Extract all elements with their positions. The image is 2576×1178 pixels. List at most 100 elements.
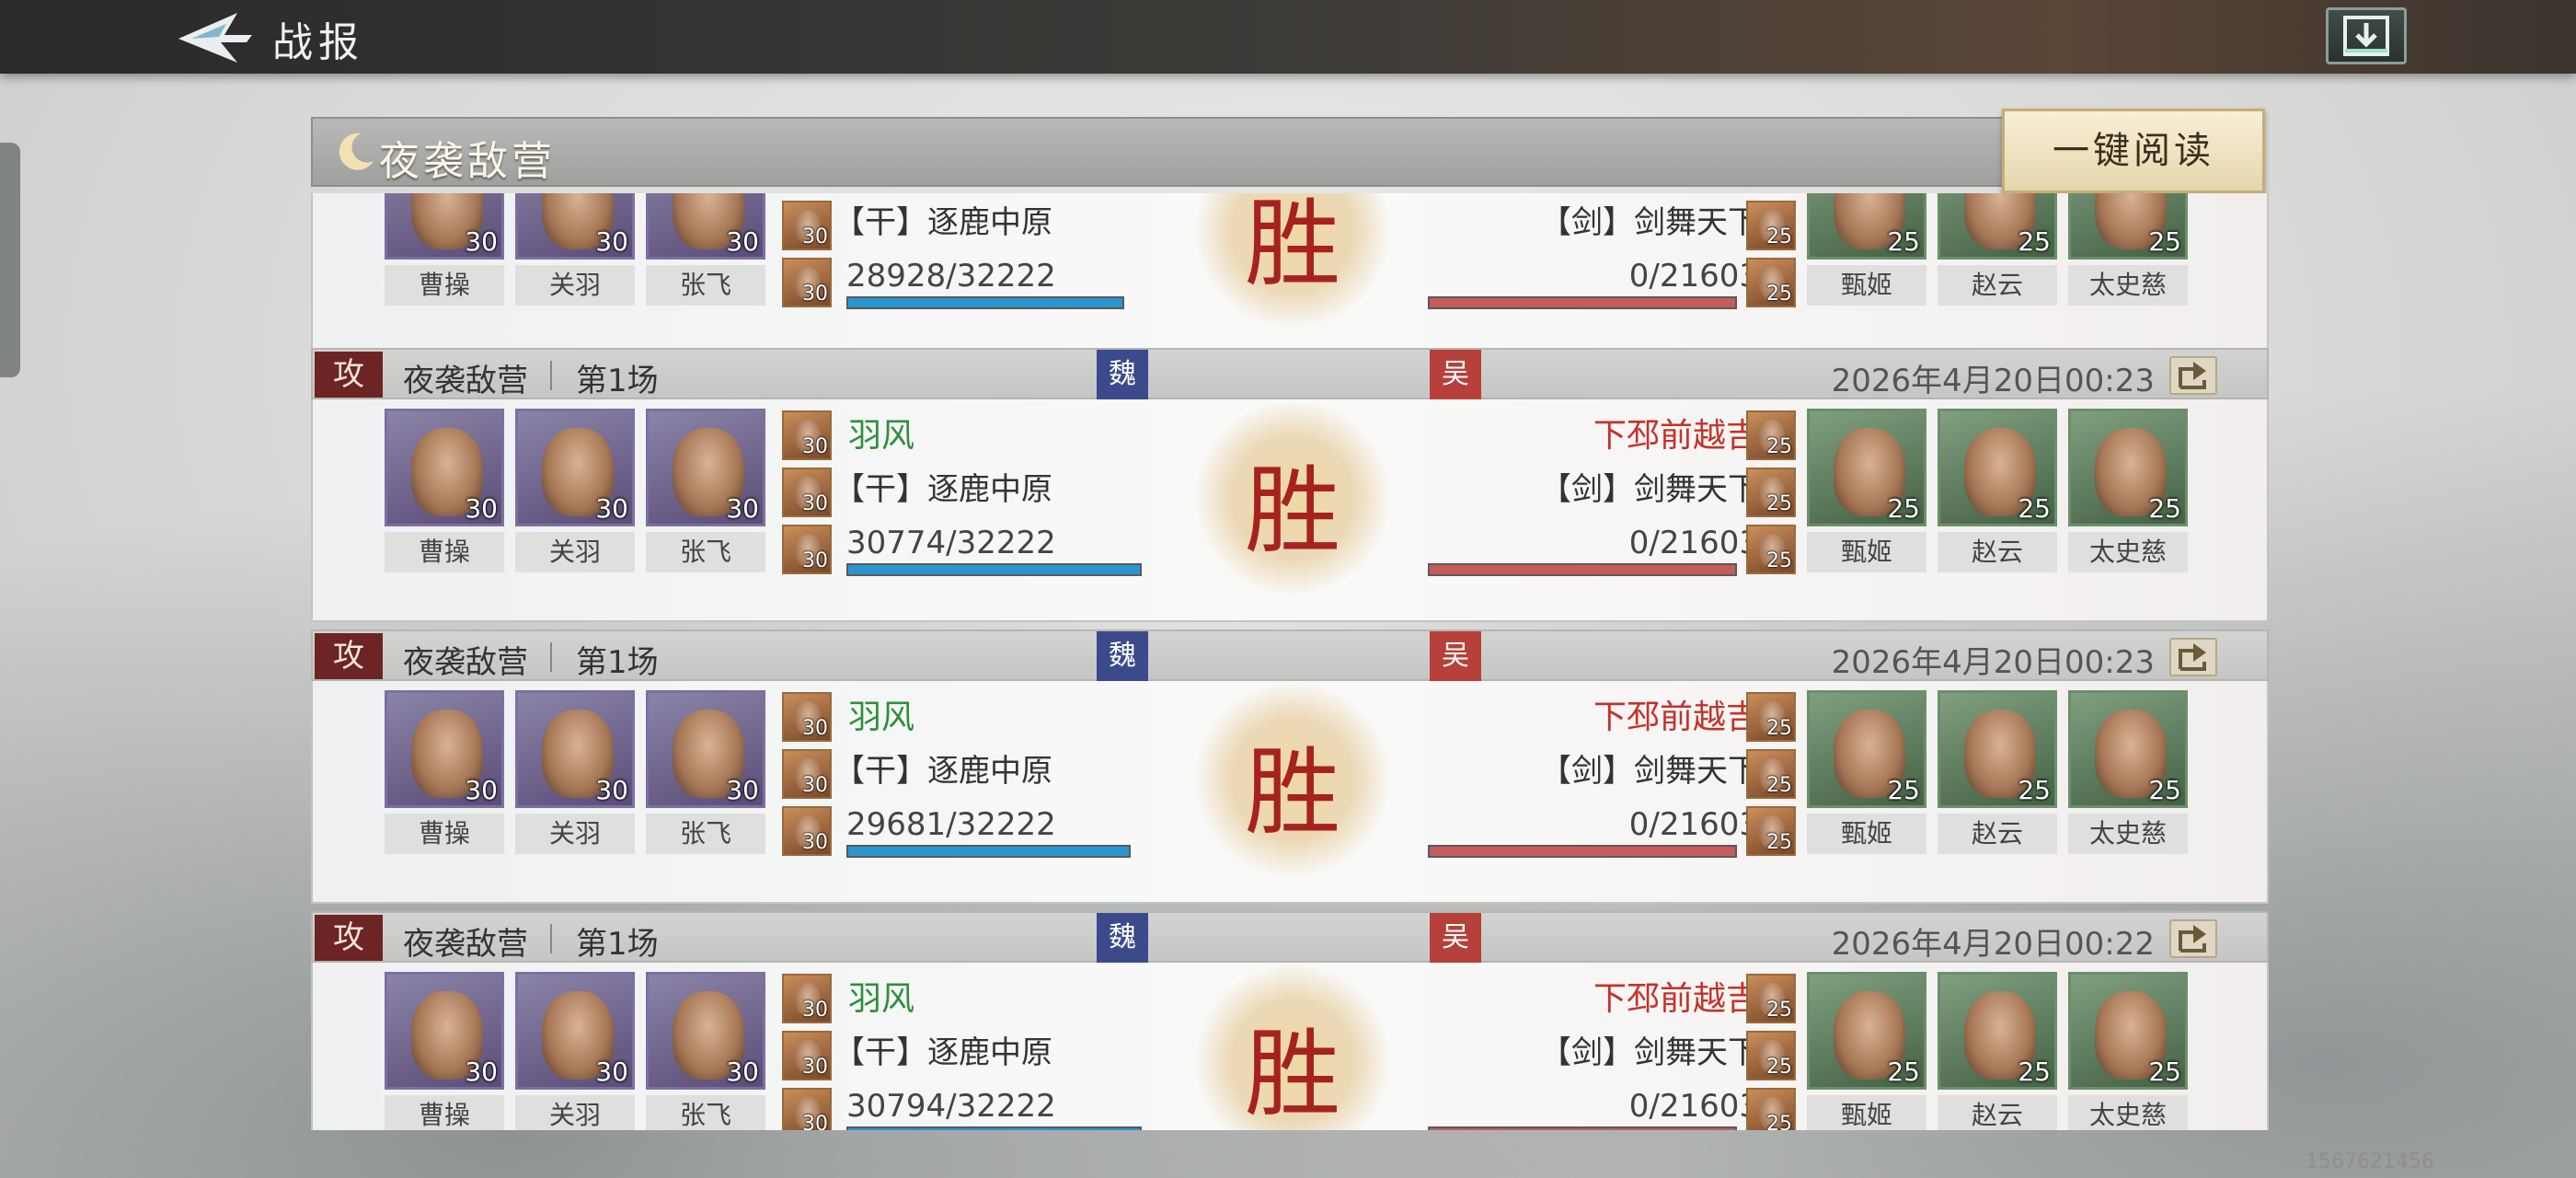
attacker-hero-name: 关羽 [515,1095,635,1130]
defender-sub-hero-icon: 25 [1746,410,1796,460]
attacker-hero-portrait[interactable]: 30 [515,409,635,526]
defender-hero-name: 赵云 [1938,532,2057,572]
attacker-hero-portrait[interactable]: 30 [385,193,504,260]
attacker-hero-name: 曹操 [385,814,504,854]
attacker-hero-name: 关羽 [515,265,635,306]
battle-report-card[interactable]: 攻夜袭敌营 第1场魏吴 2026年4月20日00:23 30 曹操 30 关羽 30 张飞 30 3… [311,629,2269,904]
report-body: 30 曹操 30 关羽 30 张飞 30 30 30 羽风 【干】逐鹿中原 30794/32222 胜 下… [311,963,2269,1130]
sub-hero-level: 25 [1766,774,1792,797]
share-button[interactable] [2169,638,2217,676]
defender-troops: 0/21603 [1628,258,1759,294]
hero-level: 25 [2148,493,2181,524]
read-all-label: 一键阅读 [2053,130,2214,172]
defender-hero-portrait[interactable]: 25 [2068,972,2188,1090]
defender-hero-portrait[interactable]: 25 [1807,690,1926,808]
attacker-troop-bar [846,1126,1142,1130]
attacker-hero-portrait[interactable]: 30 [385,409,504,526]
defender-hero-portrait[interactable]: 25 [2068,690,2188,808]
attacker-hero-portrait[interactable]: 30 [646,409,765,526]
sub-hero-level: 30 [802,717,828,740]
attacker-hero-portrait[interactable]: 30 [646,690,765,808]
defender-player-name: 下邳前越吉 [1593,699,1759,736]
hero-level: 30 [465,775,498,805]
side-drawer-handle[interactable] [0,143,20,377]
defender-hero-name: 赵云 [1938,814,2057,854]
attacker-hero-portrait[interactable]: 30 [646,972,765,1090]
attacker-sub-hero-icon: 30 [782,749,832,799]
attacker-sub-hero-icon: 30 [782,974,832,1023]
sub-hero-level: 30 [802,1113,828,1130]
hero-level: 25 [2148,226,2181,257]
attacker-hero-portrait[interactable]: 30 [385,690,504,808]
attacker-hero-name: 张飞 [646,265,765,306]
defender-hero-name: 太史慈 [2068,814,2188,854]
report-list[interactable]: 攻夜袭敌营第1场魏吴30曹操30关羽30张飞303030【干】逐鹿中原28928… [311,193,2269,1130]
defender-alliance: 【剑】剑舞天下 [1540,753,1759,790]
battle-report-card[interactable]: 攻夜袭敌营 第1场魏吴 2026年4月20日00:23 30 曹操 30 关羽 30 张飞 30 3… [311,348,2269,622]
hero-level: 30 [595,226,628,257]
battle-report-card[interactable]: 攻夜袭敌营第1场魏吴30曹操30关羽30张飞303030【干】逐鹿中原28928… [311,193,2269,355]
defender-hero-portrait[interactable]: 25 [1938,409,2057,526]
report-header: 攻夜袭敌营 第1场魏吴 2026年4月20日00:22 [311,911,2269,974]
defender-hero-portrait[interactable]: 25 [2068,409,2188,526]
attacker-sub-hero-icon: 30 [782,410,832,460]
report-body: 30曹操30关羽30张飞303030【干】逐鹿中原28928/32222胜【剑】… [311,193,2269,355]
sub-hero-level: 30 [802,283,828,306]
round-label: 第1场 [576,926,659,963]
attacker-hero-portrait[interactable]: 30 [646,193,765,260]
defender-hero-name: 甄姬 [1807,1095,1926,1130]
header-divider [550,924,552,953]
share-button[interactable] [2169,356,2217,395]
defender-hero-name: 太史慈 [2068,1095,2188,1130]
read-all-button[interactable]: 一键阅读 [2002,109,2265,193]
attacker-sub-hero-icon: 30 [782,806,832,856]
hero-level: 30 [465,493,498,524]
attacker-hero-portrait[interactable]: 30 [515,193,635,260]
attacker-hero-portrait[interactable]: 30 [515,690,635,808]
download-button[interactable] [2326,7,2407,64]
back-button[interactable] [173,7,258,66]
round-label: 第1场 [576,644,659,681]
result-label: 胜 [1244,455,1340,567]
attacker-troop-bar [846,296,1124,309]
defender-hero-portrait[interactable]: 25 [1938,690,2057,808]
back-arrow-icon [178,13,252,63]
sub-hero-level: 25 [1766,549,1792,572]
sub-hero-level: 25 [1766,1113,1792,1130]
hero-level: 30 [726,226,759,257]
defender-hero-portrait[interactable]: 25 [1807,972,1926,1090]
battle-report-card[interactable]: 攻夜袭敌营 第1场魏吴 2026年4月20日00:22 30 曹操 30 关羽 30 张飞 30 3… [311,911,2269,1130]
report-header: 攻夜袭敌营 第1场魏吴 2026年4月20日00:23 [311,348,2269,410]
moon-icon [339,133,374,170]
sub-hero-level: 30 [802,225,828,248]
hero-level: 25 [2018,1057,2051,1087]
defender-hero-portrait[interactable]: 25 [1938,972,2057,1090]
hero-level: 30 [465,1057,498,1087]
defender-hero-name: 赵云 [1938,1095,2057,1130]
defender-hero-portrait[interactable]: 25 [1807,193,1926,260]
defender-hero-name: 太史慈 [2068,532,2188,572]
attacker-hero-name: 关羽 [515,532,635,572]
defender-alliance: 【剑】剑舞天下 [1540,471,1759,508]
round-label: 第1场 [576,363,659,399]
attacker-hero-portrait[interactable]: 30 [385,972,504,1090]
defender-hero-portrait[interactable]: 25 [1807,409,1926,526]
user-id-watermark: 1567621456 [2306,1150,2434,1173]
defender-troops: 0/21603 [1628,806,1759,843]
defender-alliance: 【剑】剑舞天下 [1540,1034,1759,1071]
attacker-sub-hero-icon: 30 [782,525,832,574]
page-title: 战报 [272,19,364,66]
attacker-alliance: 【干】逐鹿中原 [834,471,1052,508]
defender-hero-portrait[interactable]: 25 [2068,193,2188,260]
defender-sub-hero-icon: 25 [1746,974,1796,1023]
share-button[interactable] [2169,919,2217,958]
report-body: 30 曹操 30 关羽 30 张飞 30 30 30 羽风 【干】逐鹿中原 30774/32222 胜 下… [311,399,2269,622]
defender-sub-hero-icon: 25 [1746,749,1796,799]
attacker-alliance: 【干】逐鹿中原 [834,1034,1052,1071]
hero-level: 25 [2018,775,2051,805]
share-icon [2179,362,2206,389]
attacker-hero-portrait[interactable]: 30 [515,972,635,1090]
hero-level: 30 [726,775,759,805]
defender-hero-portrait[interactable]: 25 [1938,193,2057,260]
report-time: 2026年4月20日00:23 [1831,363,2155,399]
